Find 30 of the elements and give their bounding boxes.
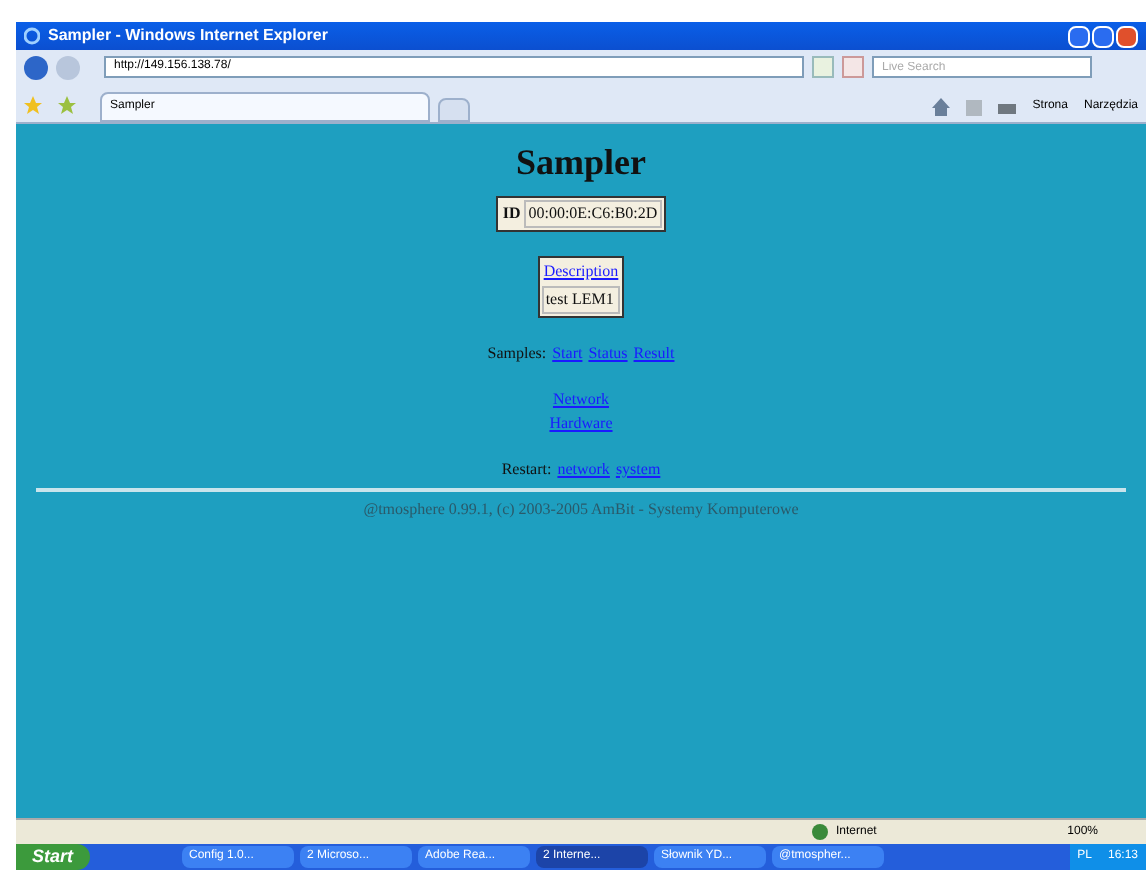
id-label: ID	[500, 202, 523, 226]
maximize-button[interactable]	[1092, 25, 1114, 47]
new-tab-button[interactable]	[438, 98, 470, 122]
close-button[interactable]	[1116, 25, 1138, 47]
description-link[interactable]: Description	[541, 260, 621, 284]
samples-label: Samples:	[487, 342, 547, 366]
description-value: test LEM1	[541, 286, 621, 314]
back-button[interactable]	[24, 55, 48, 79]
page-heading: Sampler	[516, 140, 646, 184]
minimize-button[interactable]	[1068, 25, 1090, 47]
browser-logo-icon	[24, 26, 40, 46]
restart-label: Restart:	[501, 458, 552, 482]
stop-button[interactable]	[842, 56, 864, 78]
add-favorite-icon[interactable]	[58, 96, 76, 114]
home-icon[interactable]	[932, 98, 951, 116]
id-value: 00:00:0E:C6:B0:2D	[524, 200, 662, 228]
globe-icon	[812, 824, 828, 840]
footer-text: @tmosphere 0.99.1, (c) 2003-2005 AmBit - Systemy Komputerowe	[363, 498, 799, 522]
link[interactable]: system	[615, 458, 661, 482]
refresh-button[interactable]	[812, 56, 834, 78]
link[interactable]: Status	[588, 342, 628, 366]
link[interactable]: Network	[552, 388, 609, 412]
window-title: Sampler - Windows Internet Explorer	[48, 24, 328, 48]
forward-button[interactable]	[56, 55, 80, 79]
link[interactable]: Hardware	[549, 412, 613, 436]
link[interactable]: network	[557, 458, 610, 482]
start-button[interactable]: Start	[16, 844, 90, 870]
link[interactable]: Result	[633, 342, 675, 366]
favorites-star-icon[interactable]	[24, 96, 42, 114]
link[interactable]: Start	[552, 342, 583, 366]
